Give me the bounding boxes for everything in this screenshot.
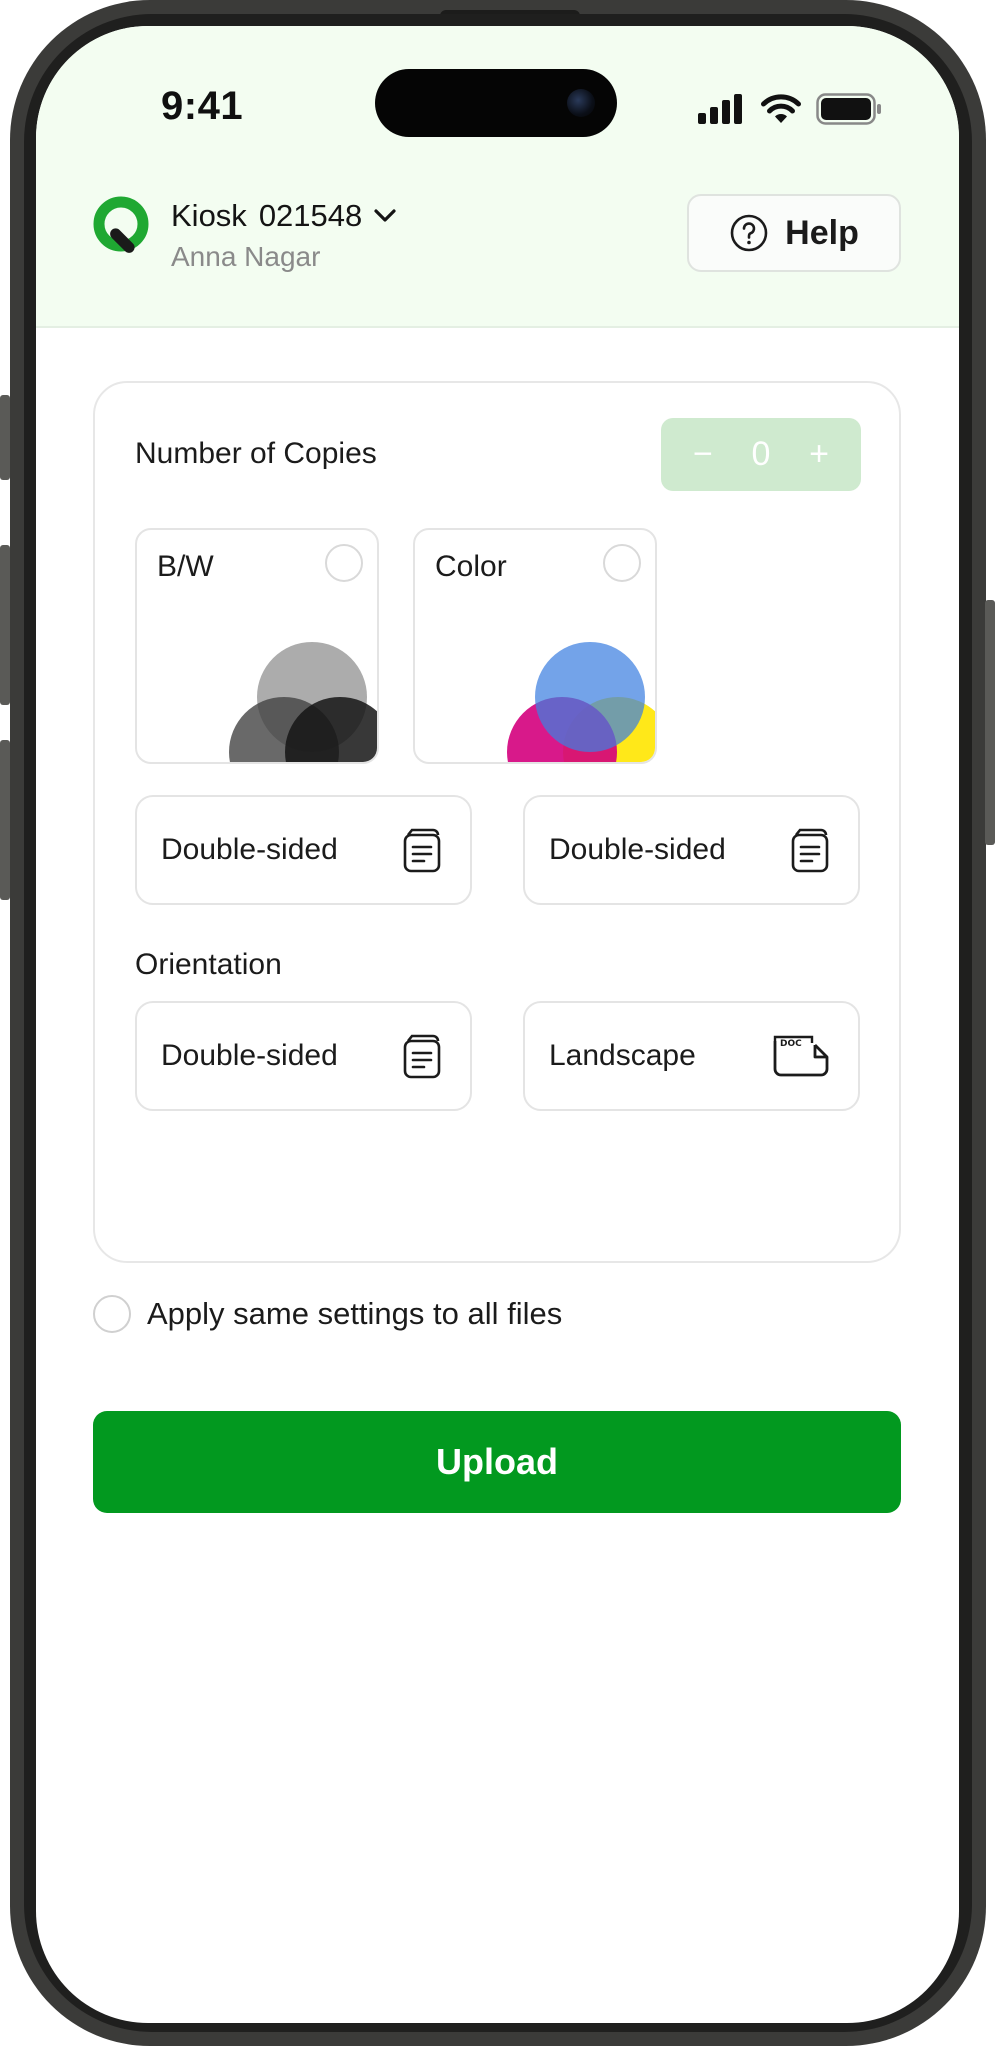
bw-label: B/W bbox=[157, 550, 214, 583]
camera-icon bbox=[567, 89, 595, 117]
bw-radio[interactable] bbox=[325, 544, 363, 582]
chevron-down-icon bbox=[374, 209, 396, 222]
app-header: 9:41 Kiosk 021548 Anna Nagar Help bbox=[36, 26, 959, 328]
document-icon bbox=[791, 828, 829, 873]
color-option-tile[interactable]: Color bbox=[413, 528, 657, 764]
status-time: 9:41 bbox=[161, 84, 244, 128]
landscape-document-icon: DOC bbox=[773, 1035, 829, 1077]
copies-stepper[interactable]: − 0 + bbox=[661, 418, 861, 491]
kiosk-selector[interactable]: Kiosk 021548 bbox=[171, 198, 396, 234]
apply-all-label: Apply same settings to all files bbox=[147, 1296, 563, 1331]
copies-label: Number of Copies bbox=[135, 437, 377, 470]
kiosk-location: Anna Nagar bbox=[171, 241, 321, 272]
orientation-option-1[interactable]: Double-sided bbox=[135, 1001, 472, 1111]
upload-label: Upload bbox=[436, 1441, 558, 1482]
print-settings-card: Number of Copies − 0 + B/W Color Double-… bbox=[93, 381, 901, 1263]
apply-all-row[interactable]: Apply same settings to all files bbox=[93, 1295, 562, 1333]
app-screen: 9:41 Kiosk 021548 Anna Nagar Help Number… bbox=[36, 26, 959, 2023]
color-radio[interactable] bbox=[603, 544, 641, 582]
double-sided-option-2[interactable]: Double-sided bbox=[523, 795, 860, 905]
color-label: Color bbox=[435, 550, 507, 583]
document-icon bbox=[403, 1034, 441, 1079]
option-label: Double-sided bbox=[549, 833, 726, 866]
orientation-label: Orientation bbox=[135, 948, 282, 981]
decrement-button[interactable]: − bbox=[693, 435, 713, 474]
action-button bbox=[0, 395, 10, 480]
upload-button[interactable]: Upload bbox=[93, 1411, 901, 1513]
kiosk-id: 021548 bbox=[258, 198, 363, 233]
help-label: Help bbox=[785, 213, 859, 252]
dynamic-island bbox=[375, 69, 617, 137]
power-button bbox=[985, 600, 995, 845]
copies-value: 0 bbox=[751, 435, 771, 473]
option-label: Double-sided bbox=[161, 833, 338, 866]
landscape-option[interactable]: Landscape DOC bbox=[523, 1001, 860, 1111]
bw-swatch-icon bbox=[229, 642, 377, 762]
wifi-icon bbox=[761, 94, 801, 123]
help-button[interactable]: Help bbox=[687, 194, 901, 272]
volume-up-button bbox=[0, 545, 10, 705]
brand-logo-icon bbox=[93, 196, 149, 253]
help-circle-icon bbox=[730, 214, 768, 252]
option-label: Landscape bbox=[549, 1039, 696, 1072]
battery-icon bbox=[816, 93, 881, 125]
increment-button[interactable]: + bbox=[809, 435, 829, 474]
document-icon bbox=[403, 828, 441, 873]
bw-option-tile[interactable]: B/W bbox=[135, 528, 379, 764]
status-icons bbox=[698, 92, 882, 126]
double-sided-option-1[interactable]: Double-sided bbox=[135, 795, 472, 905]
apply-all-radio[interactable] bbox=[93, 1295, 131, 1333]
cellular-signal-icon bbox=[698, 94, 742, 124]
color-swatch-icon bbox=[507, 642, 655, 762]
svg-text:DOC: DOC bbox=[780, 1039, 802, 1049]
kiosk-name: Kiosk bbox=[171, 198, 247, 233]
volume-down-button bbox=[0, 740, 10, 900]
option-label: Double-sided bbox=[161, 1039, 338, 1072]
